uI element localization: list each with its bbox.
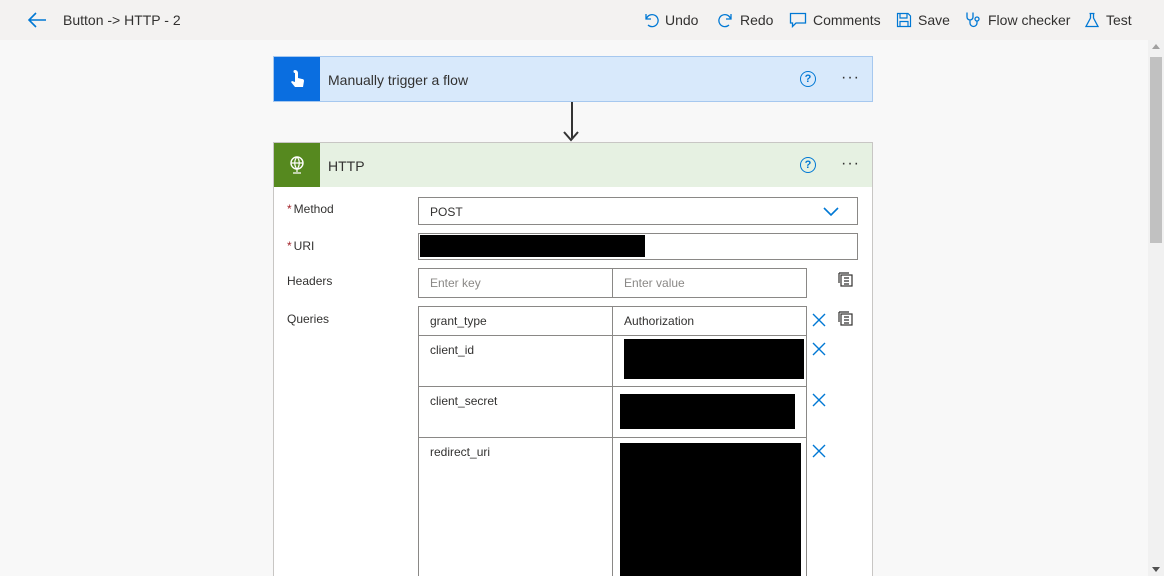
arrow-down-icon bbox=[563, 131, 579, 142]
headers-label: Headers bbox=[287, 274, 333, 288]
scrollbar-thumb[interactable] bbox=[1150, 57, 1162, 243]
redacted-value bbox=[620, 394, 795, 429]
back-arrow-icon[interactable] bbox=[26, 9, 50, 31]
method-dropdown[interactable]: POST bbox=[418, 197, 858, 225]
query-key-input[interactable]: client_id bbox=[418, 335, 613, 387]
query-key-input[interactable]: redirect_uri bbox=[418, 437, 613, 576]
headers-value-input[interactable]: Enter value bbox=[612, 268, 807, 298]
headers-value-placeholder: Enter value bbox=[624, 276, 685, 290]
close-icon[interactable] bbox=[812, 342, 826, 356]
flask-icon bbox=[1084, 12, 1100, 28]
breadcrumb: Button -> HTTP - 2 bbox=[63, 12, 181, 28]
scroll-down-icon[interactable] bbox=[1152, 567, 1160, 572]
undo-label: Undo bbox=[665, 12, 699, 28]
query-key-text: client_id bbox=[430, 343, 475, 357]
http-title: HTTP bbox=[328, 158, 365, 174]
comment-icon bbox=[789, 12, 807, 28]
vertical-scrollbar[interactable] bbox=[1148, 40, 1164, 576]
http-more-icon[interactable]: ··· bbox=[841, 155, 860, 173]
query-value-input[interactable]: Authorization bbox=[612, 306, 807, 336]
query-key-text: redirect_uri bbox=[430, 445, 491, 459]
required-mark: * bbox=[287, 239, 292, 253]
flow-checker-button[interactable]: Flow checker bbox=[964, 10, 1070, 30]
required-mark: * bbox=[287, 202, 292, 216]
globe-icon bbox=[274, 143, 320, 187]
command-bar: Button -> HTTP - 2 Undo Redo Comments Sa… bbox=[0, 0, 1164, 40]
test-button[interactable]: Test bbox=[1084, 10, 1132, 30]
query-value-input[interactable] bbox=[612, 437, 807, 576]
comments-label: Comments bbox=[813, 12, 881, 28]
headers-key-input[interactable]: Enter key bbox=[418, 268, 613, 298]
query-key-text: client_secret bbox=[430, 394, 498, 408]
close-icon[interactable] bbox=[812, 444, 826, 458]
query-key-text: grant_type bbox=[430, 314, 487, 328]
undo-icon bbox=[645, 13, 659, 28]
close-icon[interactable] bbox=[812, 313, 826, 327]
trigger-title: Manually trigger a flow bbox=[328, 72, 469, 88]
switch-to-text-mode-icon[interactable] bbox=[838, 272, 854, 288]
redo-label: Redo bbox=[740, 12, 774, 28]
method-label: * Method bbox=[287, 202, 334, 216]
save-button[interactable]: Save bbox=[896, 10, 950, 30]
save-icon bbox=[896, 12, 912, 28]
trigger-card[interactable]: Manually trigger a flow ? ··· bbox=[273, 56, 873, 102]
touch-trigger-icon bbox=[274, 57, 320, 101]
queries-label: Queries bbox=[287, 312, 330, 326]
stethoscope-icon bbox=[966, 12, 980, 28]
redacted-value bbox=[624, 339, 804, 379]
query-key-input[interactable]: grant_type bbox=[418, 306, 613, 336]
redo-icon bbox=[718, 13, 732, 28]
uri-label: * URI bbox=[287, 239, 315, 253]
query-value-text: Authorization bbox=[624, 314, 695, 328]
http-action-card: HTTP ? ··· * Method POST * URI Headers Ent… bbox=[273, 142, 873, 576]
scroll-up-icon[interactable] bbox=[1152, 44, 1160, 49]
flow-checker-label: Flow checker bbox=[988, 12, 1071, 28]
close-icon[interactable] bbox=[812, 393, 826, 407]
undo-button[interactable]: Undo bbox=[643, 10, 698, 30]
trigger-help-icon[interactable]: ? bbox=[800, 71, 816, 87]
redacted-value bbox=[620, 443, 801, 576]
headers-key-placeholder: Enter key bbox=[430, 276, 481, 290]
save-label: Save bbox=[918, 12, 950, 28]
test-label: Test bbox=[1106, 12, 1132, 28]
http-card-header[interactable]: HTTP ? ··· bbox=[274, 143, 872, 187]
uri-input[interactable] bbox=[418, 233, 858, 260]
redo-button[interactable]: Redo bbox=[718, 10, 773, 30]
comments-button[interactable]: Comments bbox=[789, 10, 881, 30]
switch-to-text-mode-icon[interactable] bbox=[838, 311, 854, 327]
query-value-input[interactable] bbox=[612, 386, 807, 438]
chevron-down-icon bbox=[823, 207, 839, 217]
method-value: POST bbox=[430, 205, 463, 219]
redacted-uri bbox=[420, 235, 645, 257]
http-help-icon[interactable]: ? bbox=[800, 157, 816, 173]
query-key-input[interactable]: client_secret bbox=[418, 386, 613, 438]
trigger-more-icon[interactable]: ··· bbox=[841, 69, 860, 87]
query-value-input[interactable] bbox=[612, 335, 807, 387]
